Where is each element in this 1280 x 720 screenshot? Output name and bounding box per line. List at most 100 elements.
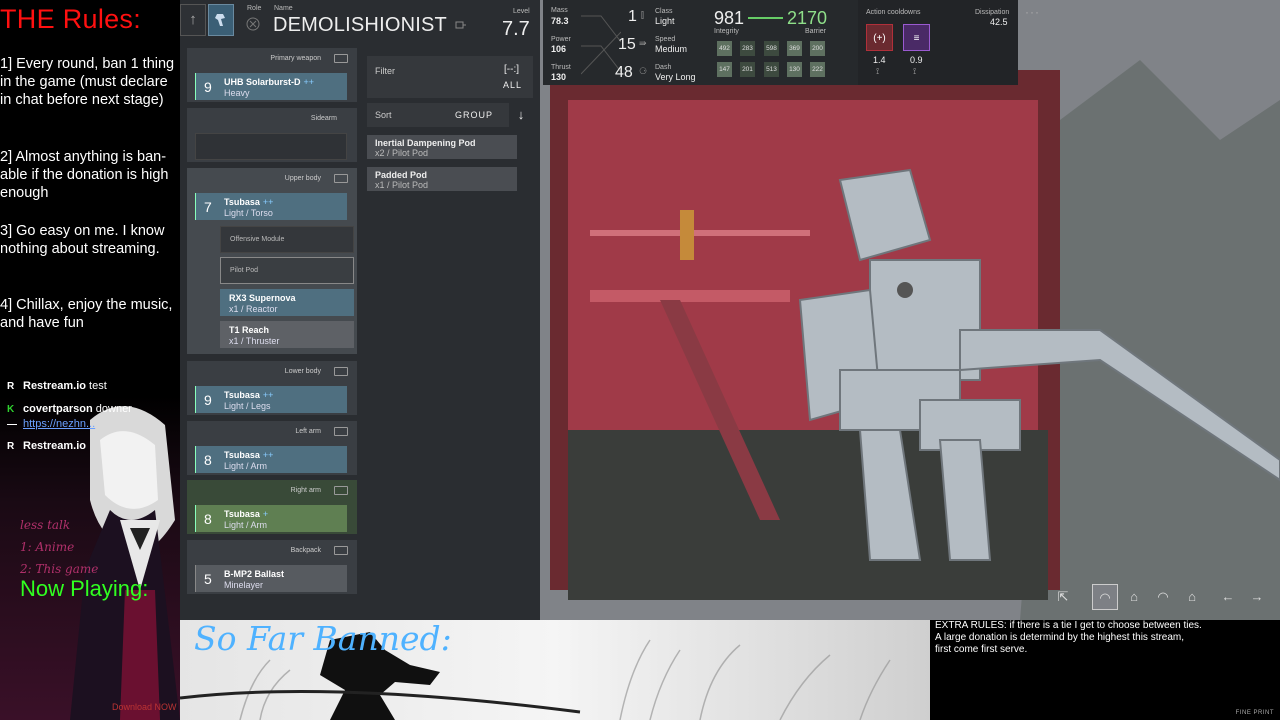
slot-label: Right arm (187, 480, 357, 502)
rotate-left-icon[interactable]: ← (1215, 584, 1241, 610)
mech-name-field[interactable]: DEMOLISHIONIST (273, 14, 447, 37)
slot-upper-body[interactable]: Upper body 7 Tsubasa ++ Light / Torso Off… (187, 168, 357, 354)
barrier-action-icon[interactable]: ≡ (903, 24, 930, 51)
barrier-value: 2170 (787, 8, 828, 28)
slot-label: Primary weapon (187, 48, 357, 70)
cooldown-value: 1.4 (873, 55, 886, 65)
torso-icon (334, 174, 348, 183)
rotate-right-icon[interactable]: → (1244, 584, 1270, 610)
cooldown-value: 0.9 (910, 55, 923, 65)
integrity-barrier-bar (748, 17, 783, 19)
mech-icon[interactable] (208, 4, 234, 36)
chat-line: — https://nezhn... (7, 418, 96, 430)
thruster-slot[interactable]: T1 Reach x1 / Thruster (220, 321, 354, 348)
banned-title: So Far Banned: (194, 620, 452, 658)
reactor-slot[interactable]: RX3 Supernova x1 / Reactor (220, 289, 354, 316)
swap-icon[interactable] (455, 19, 467, 31)
rule-2: 2] Almost anything is ban-able if the do… (0, 149, 169, 201)
chat-line: R Restream.io test (7, 380, 107, 392)
sort-label: Sort (375, 110, 392, 120)
sort-direction-icon[interactable]: ↓ (509, 103, 533, 127)
overlay-note: less talk (20, 518, 71, 532)
repair-action-icon[interactable]: (+) (866, 24, 893, 51)
camera-view-2-icon[interactable]: ⌂ (1121, 584, 1147, 610)
mass-value: 78.3 (551, 16, 569, 26)
extra-rule-line: EXTRA RULES: if there is a tie I get to … (935, 620, 1202, 631)
signal-icon: ⟟ (876, 66, 880, 76)
rules-overlay: THE Rules: 1] Every round, ban 1 thing i… (0, 0, 180, 720)
part-lower-body[interactable]: 9 Tsubasa ++ Light / Legs (195, 386, 347, 413)
game-window: ↑ Role Name DEMOLISHIONIST Level 7.7 Pri… (180, 0, 1280, 620)
pilot-pod-slot[interactable]: Pilot Pod (220, 257, 354, 284)
integrity-cell: 513 (764, 62, 779, 77)
part-left-arm[interactable]: 8 Tsubasa ++ Light / Arm (195, 446, 347, 473)
banned-strip: So Far Banned: (180, 620, 930, 720)
thrust-value: 130 (551, 72, 567, 82)
slot-right-arm[interactable]: Right arm 8 Tsubasa + Light / Arm (187, 480, 357, 534)
camera-reset-icon[interactable]: ⇱ (1050, 584, 1076, 610)
chat-link[interactable]: https://nezhn... (23, 418, 95, 430)
integrity-cell: 222 (810, 62, 825, 77)
class-icon: ⫿ (641, 10, 644, 20)
integrity-cell: 130 (787, 62, 802, 77)
rule-3: 3] Go easy on me. I know nothing about s… (0, 223, 165, 257)
slot-lower-body[interactable]: Lower body 9 Tsubasa ++ Light / Legs (187, 361, 357, 415)
rule-1: 1] Every round, ban 1 thing in the game … (0, 56, 175, 108)
legs-icon (334, 367, 348, 376)
integrity-cell: 598 (764, 41, 779, 56)
part-right-arm[interactable]: 8 Tsubasa + Light / Arm (195, 505, 347, 532)
slot-label: Backpack (187, 540, 357, 562)
slot-label: Sidearm (310, 115, 337, 122)
list-item[interactable]: Inertial Dampening Pod x2 / Pilot Pod (367, 135, 517, 159)
arm-icon (334, 427, 348, 436)
filter-icon: [--:] (504, 64, 519, 75)
chat-line: Kcovertparson downer (7, 403, 132, 415)
part-backpack[interactable]: 5 B-MP2 Ballast Minelayer (195, 565, 347, 592)
camera-view-3-icon[interactable]: ◠ (1150, 584, 1176, 610)
overlay-note: 1: Anime (20, 540, 75, 554)
offensive-module-slot[interactable]: Offensive Module (220, 226, 354, 253)
download-now-label: Download NOW (112, 702, 177, 712)
camera-view-4-icon[interactable]: ⌂ (1179, 584, 1205, 610)
camera-controls: ⇱ ◠ ⌂ ◠ ⌂ ← → (1050, 584, 1280, 612)
level-label: Level (513, 8, 530, 15)
dissipation-value: 42.5 (990, 17, 1008, 27)
class-value: Light (655, 16, 675, 26)
integrity-cell: 283 (740, 41, 755, 56)
rules-title: THE Rules: (0, 4, 142, 34)
slot-label: Lower body (187, 361, 357, 383)
list-item[interactable]: Padded Pod x1 / Pilot Pod (367, 167, 517, 191)
slot-primary-weapon[interactable]: Primary weapon 9 UHB Solarburst-D ++ Heav… (187, 48, 357, 102)
back-up-button[interactable]: ↑ (180, 4, 206, 36)
part-primary-weapon[interactable]: 9 UHB Solarburst-D ++ Heavy (195, 73, 347, 100)
filter-label: Filter (375, 66, 395, 76)
name-label: Name (274, 5, 293, 12)
dash-icon: ⚆ (639, 66, 648, 76)
speed-value: Medium (655, 44, 688, 54)
sort-value[interactable]: GROUP (455, 110, 493, 120)
part-upper-body[interactable]: 7 Tsubasa ++ Light / Torso (195, 193, 347, 220)
integrity-cell: 492 (717, 41, 732, 56)
empty-sidearm-slot[interactable] (195, 133, 347, 160)
slot-backpack[interactable]: Backpack 5 B-MP2 Ballast Minelayer (187, 540, 357, 594)
power-value: 106 (551, 44, 567, 54)
camera-view-1-icon[interactable]: ◠ (1092, 584, 1118, 610)
sort-control[interactable]: Sort GROUP ↓ (367, 103, 533, 127)
chat-line: R Restream.io (7, 440, 86, 452)
integrity-cell: 369 (787, 41, 802, 56)
role-icon[interactable] (246, 17, 260, 31)
extra-rule-line: first come first serve. (935, 644, 1028, 655)
mech-hangar-scene (540, 0, 1280, 620)
filter-control[interactable]: Filter [--:] ALL (367, 56, 533, 98)
slot-left-arm[interactable]: Left arm 8 Tsubasa ++ Light / Arm (187, 421, 357, 475)
slot-sidearm[interactable]: Sidearm (187, 108, 357, 162)
arm-icon (334, 486, 348, 495)
integrity-cell: 200 (810, 41, 825, 56)
more-options-icon[interactable]: ··· (1025, 5, 1040, 19)
backpack-icon (334, 546, 348, 555)
role-label: Role (247, 5, 262, 12)
now-playing-label: Now Playing: (20, 576, 149, 601)
extra-rule-line: A large donation is determind by the hig… (935, 632, 1185, 643)
fine-print-label: FINE PRINT (1235, 710, 1274, 716)
gun-icon (334, 54, 348, 63)
